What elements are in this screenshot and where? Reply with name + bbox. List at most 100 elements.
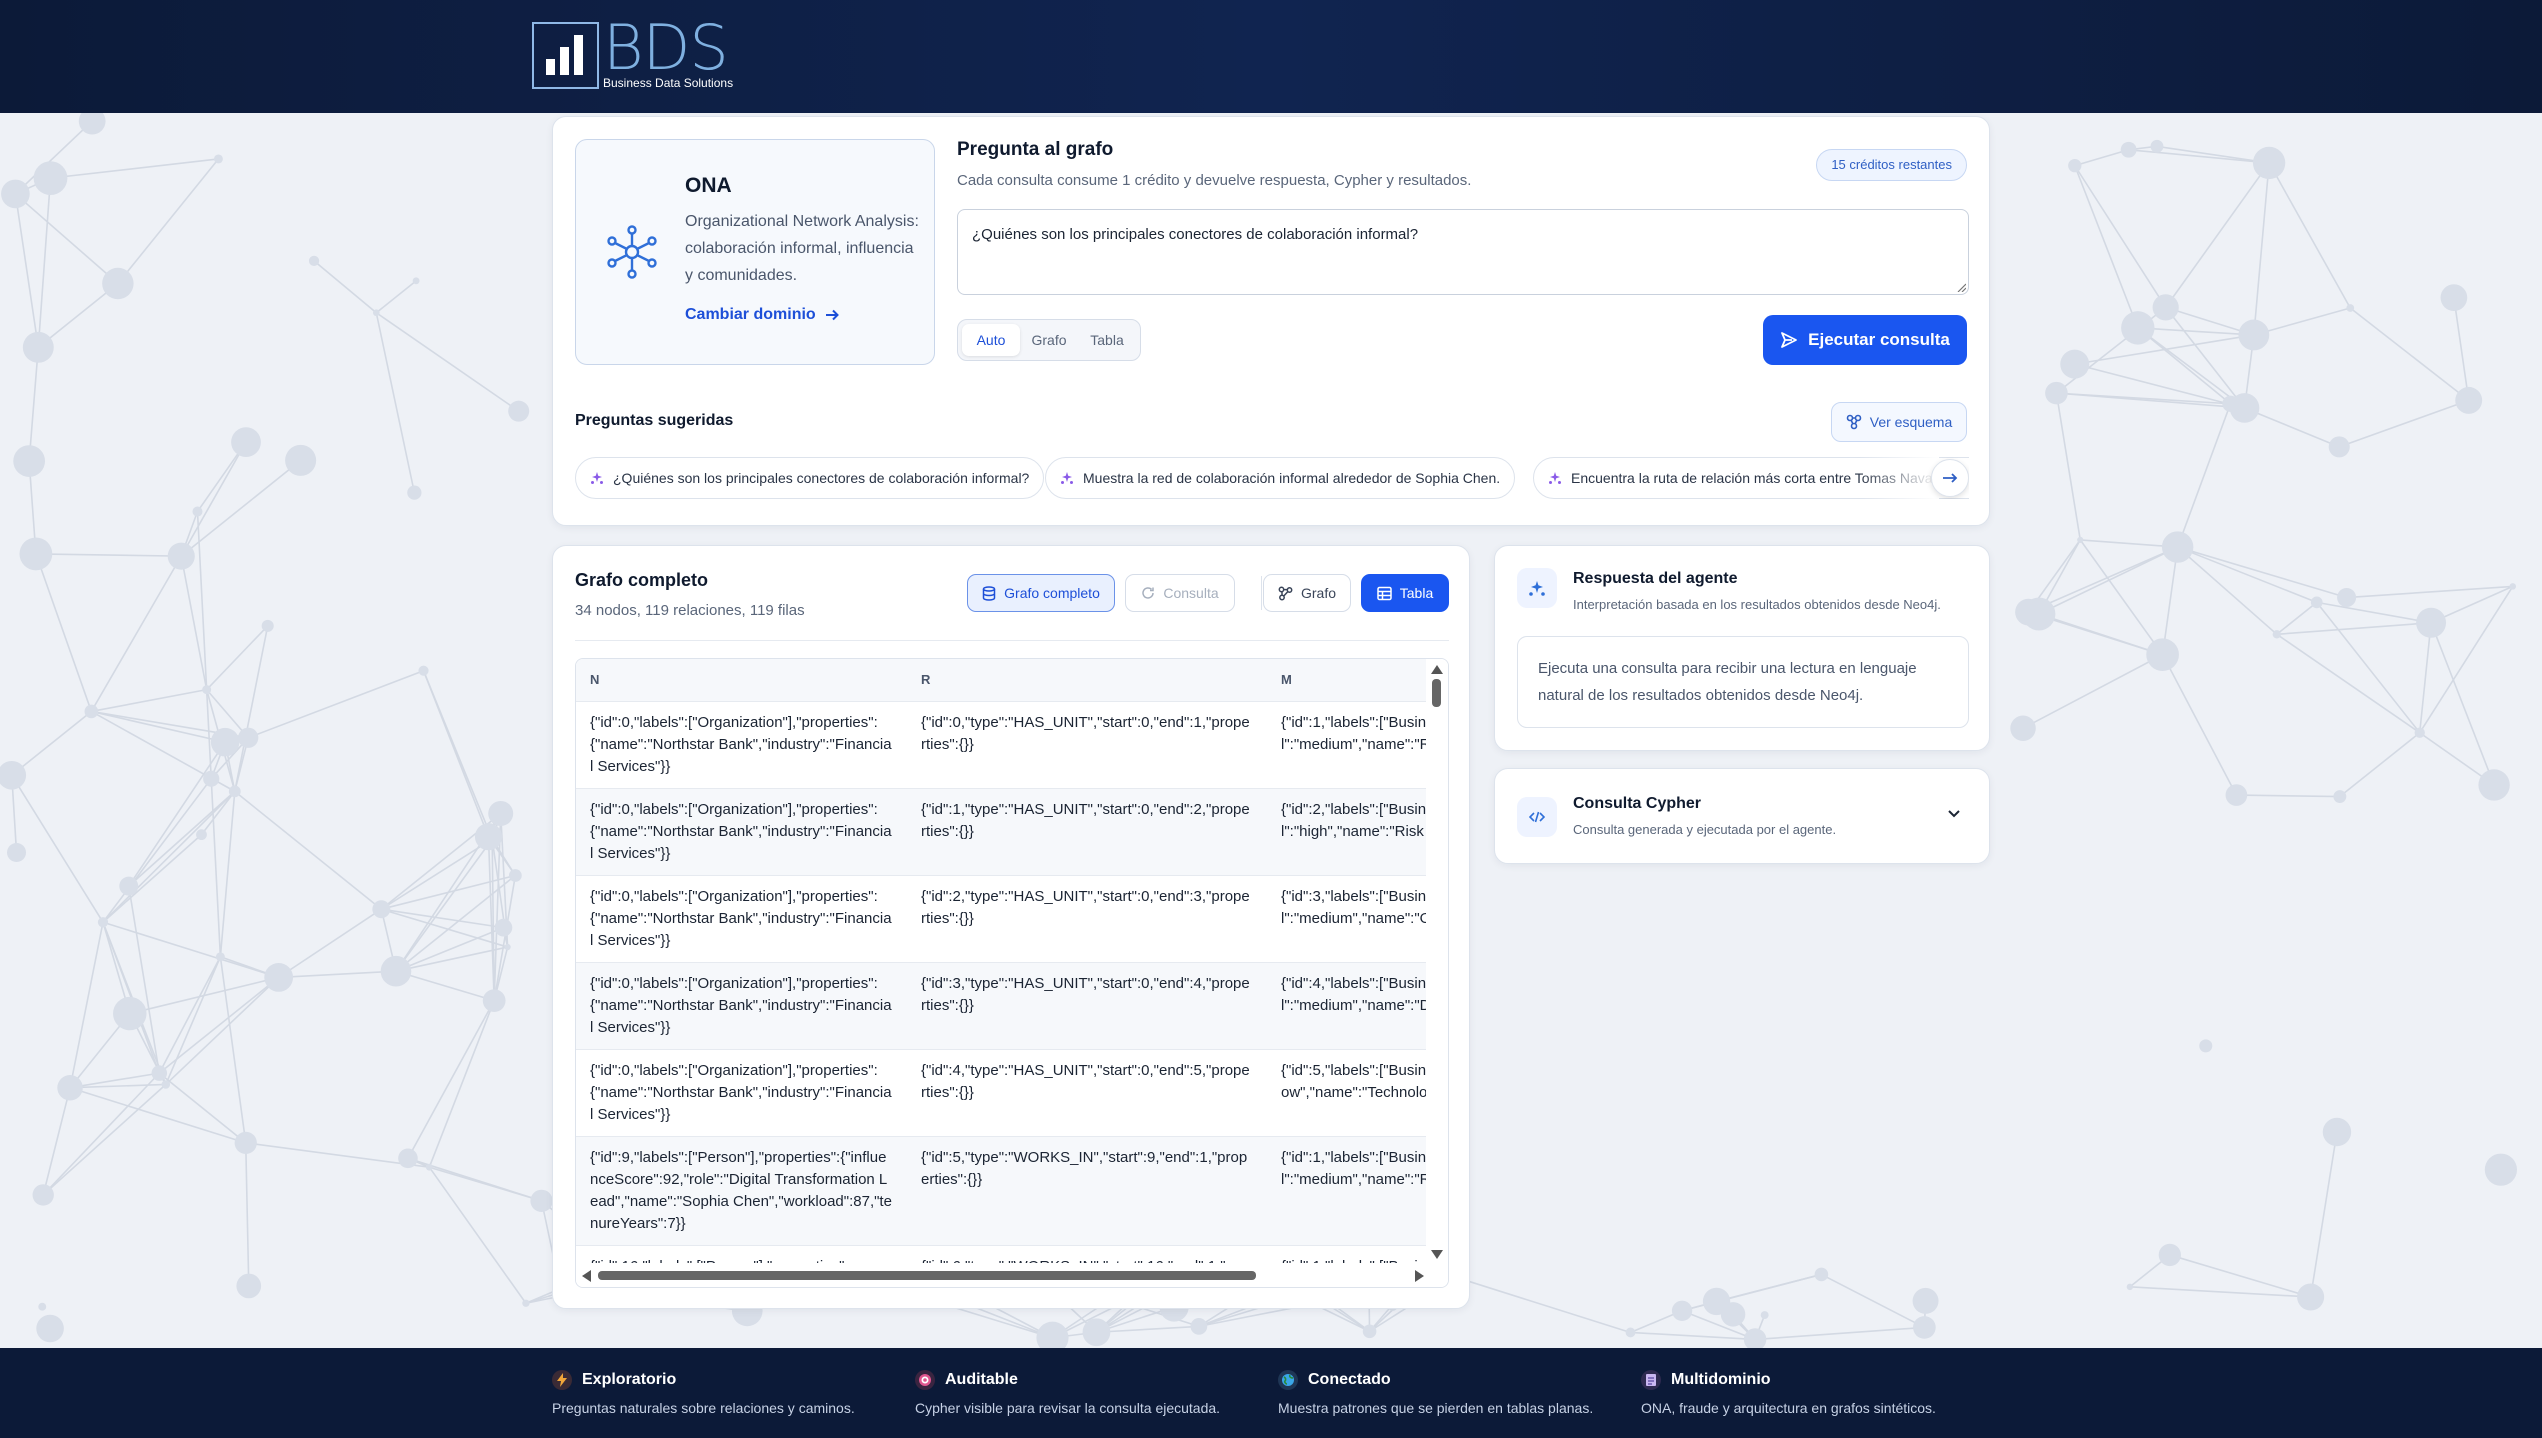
query-title: Pregunta al grafo — [957, 139, 1114, 160]
feature-title: Multidominio — [1671, 1371, 1771, 1388]
table-view-button[interactable]: Tabla — [1361, 574, 1449, 612]
agent-icon — [1517, 568, 1557, 608]
notepad-icon — [1641, 1370, 1661, 1390]
cypher-subtitle: Consulta generada y ejecutada por el age… — [1573, 822, 1837, 837]
vertical-scrollbar[interactable] — [1426, 659, 1448, 1265]
feature-multidominio: Multidominio ONA, fraude y arquitectura … — [1641, 1370, 1936, 1416]
horizontal-scroll-thumb[interactable] — [598, 1271, 1256, 1280]
full-graph-button[interactable]: Grafo completo — [967, 574, 1115, 612]
table-cell: {"id":0,"labels":["Organization"],"prope… — [576, 1049, 907, 1137]
results-panel: Grafo completo 34 nodos, 119 relaciones,… — [552, 545, 1470, 1309]
query-results-button[interactable]: Consulta — [1125, 574, 1235, 612]
column-header[interactable]: N — [576, 659, 907, 702]
suggestions-title: Preguntas sugeridas — [575, 412, 734, 429]
graph-view-button[interactable]: Grafo — [1263, 574, 1351, 612]
table-row: {"id":0,"labels":["Organization"],"prope… — [576, 788, 1428, 876]
mode-selector: Auto Grafo Tabla — [957, 319, 1141, 361]
scroll-suggestions-right-button[interactable] — [1931, 459, 1969, 497]
table-cell: {"id":16,"labels":["Person"],"properties… — [576, 1245, 907, 1265]
mode-table[interactable]: Tabla — [1078, 324, 1136, 356]
question-input[interactable]: ¿Quiénes son los principales conectores … — [957, 209, 1969, 295]
table-cell: {"id":0,"type":"HAS_UNIT","start":0,"end… — [907, 701, 1267, 789]
arrow-right-icon — [1943, 473, 1958, 483]
send-icon — [1781, 332, 1798, 348]
schema-icon — [1846, 414, 1862, 430]
suggestion-chip[interactable]: Muestra la red de colaboración informal … — [1045, 457, 1516, 499]
table-cell: {"id":0,"labels":["Organization"],"prope… — [576, 701, 907, 789]
scroll-down-arrow-icon[interactable] — [1431, 1250, 1443, 1259]
table-row: {"id":9,"labels":["Person"],"properties"… — [576, 1136, 1428, 1246]
suggestion-chips: ¿Quiénes son los principales conectores … — [575, 457, 1969, 499]
database-icon — [982, 585, 996, 601]
run-query-label: Ejecutar consulta — [1808, 330, 1950, 349]
suggestion-chip[interactable]: ¿Quiénes son los principales conectores … — [575, 457, 1045, 499]
arrow-right-icon — [825, 309, 839, 321]
feature-description: Cypher visible para revisar la consulta … — [915, 1400, 1221, 1416]
table-cell: {"id":1,"labels":["BusinessUnit"],"prope… — [1267, 1136, 1428, 1246]
change-domain-label: Cambiar dominio — [685, 306, 816, 323]
refresh-icon — [1142, 587, 1155, 599]
vertical-scroll-thumb[interactable] — [1432, 679, 1441, 707]
table-row: {"id":0,"labels":["Organization"],"prope… — [576, 962, 1428, 1050]
scroll-left-arrow-icon[interactable] — [582, 1270, 591, 1282]
table-cell: {"id":4,"labels":["BusinessUnit"],"prope… — [1267, 962, 1428, 1050]
lightning-icon — [552, 1370, 572, 1390]
cypher-query-panel[interactable]: Consulta Cypher Consulta generada y ejec… — [1494, 768, 1990, 864]
query-panel: ONA Organizational Network Analysis: col… — [552, 116, 1990, 526]
agent-response-panel: Respuesta del agente Interpretación basa… — [1494, 545, 1990, 751]
table-cell: {"id":0,"labels":["Organization"],"prope… — [576, 875, 907, 963]
view-schema-button[interactable]: Ver esquema — [1831, 402, 1967, 442]
horizontal-scrollbar[interactable] — [576, 1263, 1448, 1287]
table-cell: {"id":3,"type":"HAS_UNIT","start":0,"end… — [907, 962, 1267, 1050]
graph-icon — [1278, 586, 1293, 600]
feature-description: ONA, fraude y arquitectura en grafos sin… — [1641, 1400, 1936, 1416]
column-header[interactable]: M — [1267, 659, 1428, 702]
run-query-button[interactable]: Ejecutar consulta — [1763, 315, 1967, 365]
results-table-container[interactable]: N R M {"id":0,"labels":["Organization"],… — [575, 658, 1449, 1288]
logo-chart-icon — [532, 22, 599, 89]
feature-description: Preguntas naturales sobre relaciones y c… — [552, 1400, 855, 1416]
table-cell: {"id":0,"labels":["Organization"],"prope… — [576, 962, 907, 1050]
query-results-label: Consulta — [1163, 585, 1219, 601]
logo-tagline: Business Data Solutions — [603, 76, 734, 90]
table-cell: {"id":1,"type":"HAS_UNIT","start":0,"end… — [907, 788, 1267, 876]
table-cell: {"id":1,"labels":["BusinessUnit"], — [1267, 1245, 1428, 1265]
suggestion-text: ¿Quiénes son los principales conectores … — [613, 470, 1030, 486]
feature-auditable: Auditable Cypher visible para revisar la… — [915, 1370, 1220, 1416]
table-cell: {"id":1,"labels":["BusinessUnit"],"prope… — [1267, 701, 1428, 789]
target-icon — [915, 1370, 935, 1390]
mode-graph[interactable]: Grafo — [1020, 324, 1078, 356]
scroll-up-arrow-icon[interactable] — [1431, 665, 1443, 674]
table-header-row: N R M — [576, 659, 1428, 702]
sparkle-icon — [1549, 472, 1561, 484]
scroll-right-arrow-icon[interactable] — [1415, 1270, 1424, 1282]
top-navigation-bar: BDS Business Data Solutions — [0, 0, 2542, 113]
results-title: Grafo completo — [575, 570, 709, 590]
table-row: {"id":16,"labels":["Person"],"properties… — [576, 1245, 1428, 1265]
table-cell: {"id":2,"type":"HAS_UNIT","start":0,"end… — [907, 875, 1267, 963]
sparkle-icon — [591, 472, 603, 484]
change-domain-link[interactable]: Cambiar dominio — [685, 306, 840, 324]
network-icon — [607, 225, 657, 279]
table-cell: {"id":0,"labels":["Organization"],"prope… — [576, 788, 907, 876]
mode-auto[interactable]: Auto — [962, 324, 1020, 356]
feature-title: Exploratorio — [582, 1371, 677, 1388]
globe-icon — [1278, 1370, 1298, 1390]
table-cell: {"id":9,"labels":["Person"],"properties"… — [576, 1136, 907, 1246]
table-row: {"id":0,"labels":["Organization"],"prope… — [576, 875, 1428, 963]
table-row: {"id":0,"labels":["Organization"],"prope… — [576, 701, 1428, 789]
chevron-down-icon[interactable] — [1947, 809, 1961, 819]
full-graph-label: Grafo completo — [1004, 585, 1100, 601]
feature-footer: Exploratorio Preguntas naturales sobre r… — [0, 1348, 2542, 1438]
resize-handle-icon[interactable] — [1956, 282, 1966, 292]
feature-description: Muestra patrones que se pierden en tabla… — [1278, 1400, 1594, 1416]
domain-title: ONA — [685, 174, 732, 197]
column-header[interactable]: R — [907, 659, 1267, 702]
agent-title: Respuesta del agente — [1573, 570, 1738, 587]
table-cell: {"id":6,"type":"WORKS_IN","start":16,"en… — [907, 1245, 1267, 1265]
query-subtitle: Cada consulta consume 1 crédito y devuel… — [957, 172, 1472, 189]
cypher-title: Consulta Cypher — [1573, 795, 1702, 812]
table-cell: {"id":5,"type":"WORKS_IN","start":9,"end… — [907, 1136, 1267, 1246]
bds-logo[interactable]: BDS Business Data Solutions — [532, 17, 734, 92]
table-view-label: Tabla — [1399, 585, 1434, 601]
